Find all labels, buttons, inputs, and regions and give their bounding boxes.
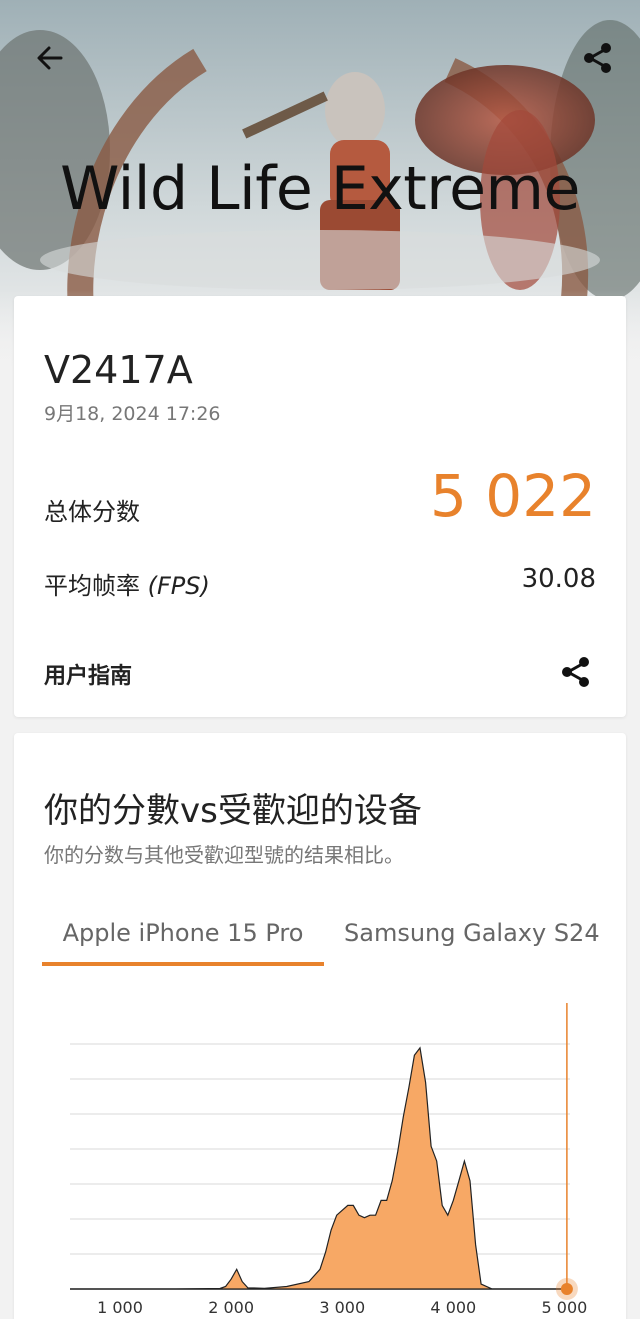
avg-fps-label-text: 平均帧率	[44, 572, 140, 600]
comparison-title: 你的分數vs受歡迎的设备	[44, 791, 422, 831]
result-datetime: 9月18, 2024 17:26	[44, 403, 221, 425]
overall-score-label: 总体分数	[44, 498, 140, 526]
arrow-left-icon	[37, 46, 63, 70]
user-guide-link[interactable]: 用户指南	[44, 658, 132, 690]
share-icon	[562, 657, 589, 687]
x-tick-label: 1 000	[97, 1298, 143, 1317]
tab-apple-iphone-15-pro[interactable]: Apple iPhone 15 Pro	[42, 911, 324, 967]
device-name: V2417A	[44, 348, 193, 392]
your-score-marker	[560, 1283, 573, 1295]
avg-fps-label: 平均帧率 (FPS)	[44, 566, 210, 601]
result-card: V2417A 9月18, 2024 17:26 总体分数 5 022 平均帧率 …	[14, 296, 626, 717]
distribution-area	[70, 1046, 570, 1290]
selected-tab-indicator	[42, 962, 324, 966]
x-tick-label: 2 000	[208, 1298, 254, 1317]
x-tick-label: 3 000	[319, 1298, 365, 1317]
score-distribution-chart: 1 000 2 000 3 000 4 000 5 000	[70, 1003, 588, 1317]
avg-fps-value: 30.08	[521, 564, 596, 594]
overall-score-value: 5 022	[429, 462, 596, 530]
tab-samsung-galaxy-s24[interactable]: Samsung Galaxy S24	[344, 911, 626, 967]
share-button[interactable]	[576, 36, 620, 80]
share-icon	[584, 43, 611, 73]
share-result-button[interactable]	[554, 650, 598, 694]
comparison-subtitle: 你的分数与其他受歡迎型號的结果相比。	[44, 843, 404, 867]
comparison-card: 你的分數vs受歡迎的设备 你的分数与其他受歡迎型號的结果相比。 Apple iP…	[14, 733, 626, 1319]
back-button[interactable]	[28, 36, 72, 80]
x-tick-label: 5 000	[542, 1298, 588, 1317]
x-tick-label: 4 000	[430, 1298, 476, 1317]
device-tabs: Apple iPhone 15 Pro Samsung Galaxy S24	[42, 911, 626, 971]
fps-unit: (FPS)	[147, 572, 210, 600]
benchmark-title: Wild Life Extreme	[60, 154, 580, 224]
